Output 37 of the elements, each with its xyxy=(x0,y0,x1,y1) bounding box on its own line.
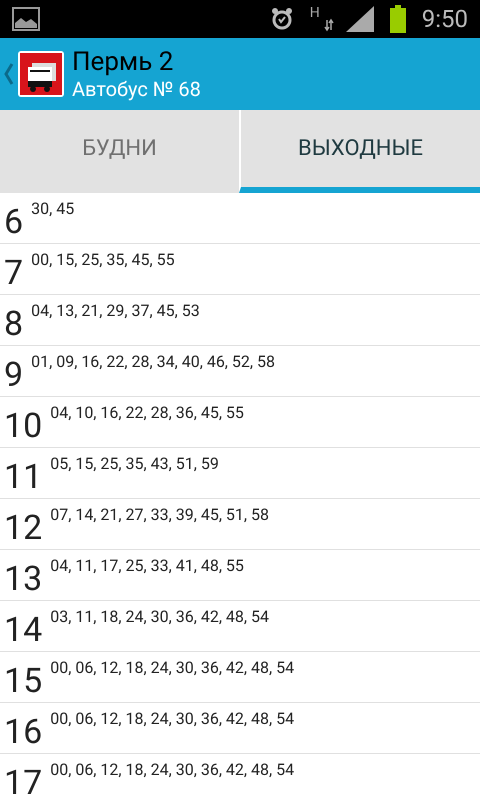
signal-icon xyxy=(346,6,374,32)
minutes: 04, 11, 17, 25, 33, 41, 48, 55 xyxy=(50,556,244,576)
minutes: 04, 13, 21, 29, 37, 45, 53 xyxy=(31,301,200,321)
clock: 9:50 xyxy=(422,4,468,35)
back-chevron-icon xyxy=(4,62,14,86)
route-subtitle: Автобус № 68 xyxy=(72,77,201,101)
bus-logo-icon xyxy=(18,51,64,97)
hour: 17 xyxy=(4,766,42,800)
minutes: 30, 45 xyxy=(31,199,74,219)
tab[interactable]: БУДНИ xyxy=(0,110,239,193)
hour: 16 xyxy=(4,715,42,749)
hour: 10 xyxy=(4,409,42,443)
hour: 7 xyxy=(4,256,24,290)
hour: 11 xyxy=(4,460,42,494)
battery-icon xyxy=(390,5,406,33)
data-arrows-icon xyxy=(324,18,334,32)
minutes: 00, 06, 12, 18, 24, 30, 36, 42, 48, 54 xyxy=(50,658,294,678)
minutes: 03, 11, 18, 24, 30, 36, 42, 48, 54 xyxy=(50,607,270,627)
minutes: 05, 15, 25, 35, 43, 51, 59 xyxy=(50,454,219,474)
minutes: 01, 09, 16, 22, 28, 34, 40, 46, 52, 58 xyxy=(31,352,276,372)
network-type: H xyxy=(310,6,320,20)
hour: 8 xyxy=(4,307,24,341)
tab[interactable]: ВЫХОДНЫЕ xyxy=(239,110,480,193)
minutes: 00, 15, 25, 35, 45, 55 xyxy=(31,250,175,270)
minutes: 07, 14, 21, 27, 33, 39, 45, 51, 58 xyxy=(50,505,270,525)
hour: 12 xyxy=(4,511,42,545)
minutes: 04, 10, 16, 22, 28, 36, 45, 55 xyxy=(50,403,244,423)
minutes: 00, 06, 12, 18, 24, 30, 36, 42, 48, 54 xyxy=(50,709,294,729)
image-icon xyxy=(12,7,40,31)
hour: 9 xyxy=(4,358,24,392)
alarm-clock-icon xyxy=(270,7,294,31)
hour: 13 xyxy=(4,562,42,596)
hour: 6 xyxy=(4,205,24,239)
station-title: Пермь 2 xyxy=(72,47,174,77)
minutes: 00, 06, 12, 18, 24, 30, 36, 42, 48, 54 xyxy=(50,760,294,780)
hour: 15 xyxy=(4,664,42,698)
hour: 14 xyxy=(4,613,42,647)
